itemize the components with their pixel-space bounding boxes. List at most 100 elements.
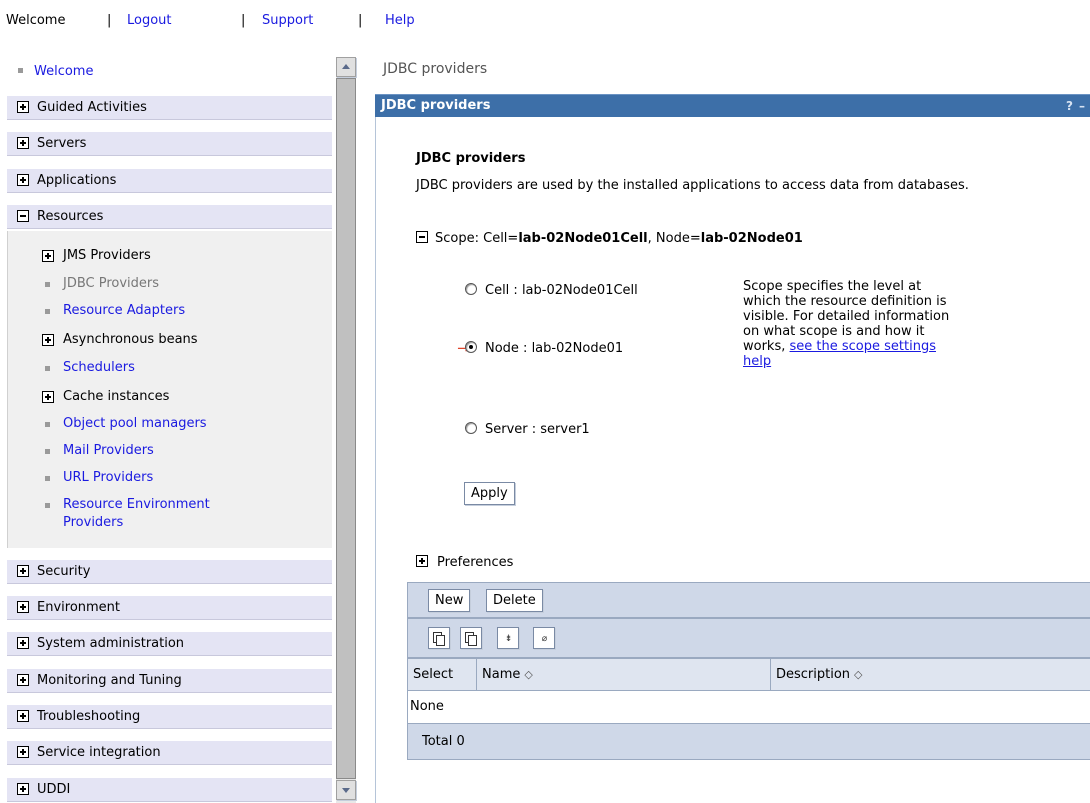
separator: |	[241, 13, 246, 28]
resources-submenu: JMS Providers JDBC Providers Resource Ad…	[7, 231, 332, 548]
bullet-icon	[45, 366, 50, 371]
expand-icon[interactable]	[17, 637, 29, 649]
radio-button[interactable]	[465, 422, 477, 434]
sidebar-item-welcome[interactable]: Welcome	[18, 64, 93, 79]
sidebar-item-label: Guided Activities	[37, 100, 147, 115]
sidebar-item-mail-providers[interactable]: Mail Providers	[42, 442, 154, 460]
sidebar-item-jdbc-providers: JDBC Providers	[42, 275, 159, 293]
sort-icon[interactable]: ◇	[854, 668, 862, 681]
expand-icon[interactable]	[17, 710, 29, 722]
preferences-toggle[interactable]: Preferences	[416, 555, 513, 570]
arrow-down-icon	[342, 788, 350, 793]
expand-icon[interactable]	[42, 334, 54, 346]
sidebar-item-label: System administration	[37, 636, 185, 651]
scope-cell-value: lab-02Node01Cell	[518, 231, 648, 246]
scope-node-value: lab-02Node01	[700, 231, 803, 246]
scope-radio-node[interactable]: Node : lab-02Node01	[465, 341, 623, 356]
breadcrumb: JDBC providers	[383, 61, 488, 77]
show-filter-icon[interactable]: ⇟	[497, 627, 519, 649]
sidebar-scrollbar[interactable]	[336, 57, 356, 803]
sidebar-item-schedulers[interactable]: Schedulers	[42, 359, 135, 377]
sidebar-item-applications[interactable]: Applications	[7, 168, 332, 193]
expand-icon[interactable]	[17, 101, 29, 113]
scroll-up-button[interactable]	[336, 57, 356, 77]
scope-section[interactable]: Scope: Cell=lab-02Node01Cell, Node=lab-0…	[416, 231, 803, 246]
deselect-all-icon[interactable]	[460, 627, 482, 649]
top-navigation-bar: Welcome | Logout | Support | Help	[0, 0, 1090, 44]
sidebar-item-label: Environment	[37, 600, 121, 615]
expand-icon[interactable]	[17, 783, 29, 795]
sidebar-item-asynchronous-beans[interactable]: Asynchronous beans	[42, 331, 198, 349]
sidebar-item-service-integration[interactable]: Service integration	[7, 740, 332, 765]
sidebar-item-security[interactable]: Security	[7, 559, 332, 584]
sidebar-item-object-pool-managers[interactable]: Object pool managers	[42, 415, 207, 433]
expand-icon[interactable]	[17, 601, 29, 613]
sidebar-item-environment[interactable]: Environment	[7, 595, 332, 620]
column-header-description[interactable]: Description ◇	[771, 659, 1090, 690]
bullet-icon	[45, 282, 50, 287]
sidebar-item-label: Resources	[37, 209, 104, 224]
collapse-icon[interactable]	[17, 210, 29, 222]
expand-icon[interactable]	[416, 555, 428, 567]
expand-icon[interactable]	[17, 174, 29, 186]
sidebar-item-resource-adapters[interactable]: Resource Adapters	[42, 302, 185, 320]
support-link[interactable]: Support	[262, 13, 313, 28]
minimize-icon[interactable]: –	[1079, 99, 1085, 113]
scroll-thumb[interactable]	[336, 78, 356, 779]
sidebar-item-jms-providers[interactable]: JMS Providers	[42, 247, 151, 265]
sidebar-item-uddi[interactable]: UDDI	[7, 777, 332, 802]
expand-icon[interactable]	[17, 137, 29, 149]
select-all-icon[interactable]	[428, 627, 450, 649]
table-action-bar: New Delete	[407, 582, 1090, 618]
sidebar-item-cache-instances[interactable]: Cache instances	[42, 388, 169, 406]
logout-link[interactable]: Logout	[127, 13, 172, 28]
scroll-down-button[interactable]	[336, 780, 356, 800]
scope-radio-server[interactable]: Server : server1	[465, 422, 590, 437]
table-header-row: Select Name ◇ Description ◇	[407, 658, 1090, 691]
separator: |	[358, 13, 363, 28]
sidebar-item-label: UDDI	[37, 782, 71, 797]
table-icon-bar: ⇟ ⌀	[407, 618, 1090, 658]
sidebar-item-resource-environment-providers[interactable]: Resource Environment Providers	[42, 496, 210, 532]
providers-table: New Delete ⇟ ⌀ Select Name ◇ Description ◇…	[407, 582, 1090, 803]
sidebar-item-label: Troubleshooting	[37, 709, 141, 724]
help-link[interactable]: Help	[385, 13, 415, 28]
apply-button[interactable]: Apply	[464, 482, 515, 505]
sidebar-item-resources[interactable]: Resources	[7, 204, 332, 229]
expand-icon[interactable]	[17, 746, 29, 758]
sidebar-item-servers[interactable]: Servers	[7, 131, 332, 156]
bullet-icon	[45, 309, 50, 314]
sidebar-item-monitoring-and-tuning[interactable]: Monitoring and Tuning	[7, 668, 332, 693]
welcome-text: Welcome	[6, 13, 66, 28]
sidebar-item-url-providers[interactable]: URL Providers	[42, 469, 153, 487]
radio-button[interactable]	[465, 283, 477, 295]
new-button[interactable]: New	[428, 589, 471, 612]
column-header-name[interactable]: Name ◇	[477, 659, 771, 690]
help-icon[interactable]: ?	[1066, 99, 1073, 113]
sidebar-item-label: Service integration	[37, 745, 161, 760]
bullet-icon	[45, 422, 50, 427]
expand-icon[interactable]	[42, 391, 54, 403]
expand-icon[interactable]	[17, 674, 29, 686]
expand-icon[interactable]	[17, 565, 29, 577]
sidebar-item-troubleshooting[interactable]: Troubleshooting	[7, 704, 332, 729]
scope-radio-cell[interactable]: Cell : lab-02Node01Cell	[465, 283, 638, 298]
sidebar-item-system-administration[interactable]: System administration	[7, 631, 332, 656]
sort-icon[interactable]: ◇	[524, 668, 532, 681]
sidebar-item-label: Monitoring and Tuning	[37, 673, 182, 688]
expand-icon[interactable]	[42, 250, 54, 262]
arrow-up-icon	[342, 64, 350, 69]
separator: |	[107, 13, 112, 28]
sidebar-item-label: Security	[37, 564, 91, 579]
sidebar-item-guided-activities[interactable]: Guided Activities	[7, 95, 332, 120]
collapse-icon[interactable]	[416, 231, 428, 243]
sidebar-item-label[interactable]: Welcome	[34, 64, 93, 79]
radio-button[interactable]	[465, 341, 477, 353]
portlet-body: JDBC providers JDBC providers are used b…	[375, 117, 1090, 803]
jdbc-providers-portlet: JDBC providers ? – JDBC providers JDBC p…	[375, 94, 1090, 803]
page-heading: JDBC providers	[416, 151, 526, 166]
scope-help-text: Scope specifies the level at which the r…	[743, 279, 950, 369]
table-row: None	[407, 691, 1090, 724]
delete-button[interactable]: Delete	[486, 589, 543, 612]
clear-filter-icon[interactable]: ⌀	[533, 627, 555, 649]
